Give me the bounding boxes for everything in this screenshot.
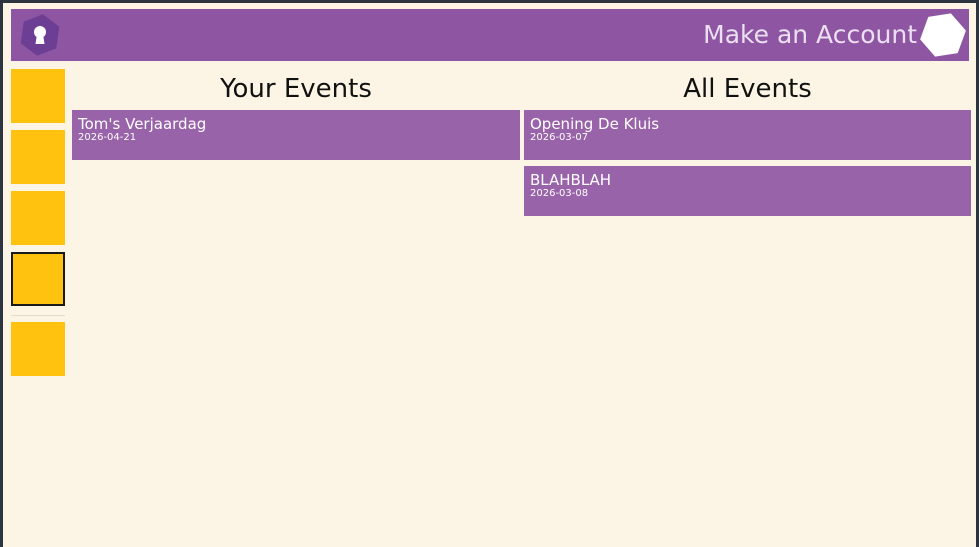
event-card[interactable]: Tom's Verjaardag 2026-04-21 xyxy=(72,110,520,160)
sidebar-button-2[interactable] xyxy=(11,130,65,184)
make-account-link[interactable]: Make an Account xyxy=(703,19,917,51)
all-events-title: All Events xyxy=(683,74,812,104)
your-events-column: Your Events Tom's Verjaardag 2026-04-21 xyxy=(72,69,520,166)
keyhole-hexagon-icon[interactable] xyxy=(17,12,63,58)
sidebar-button-3[interactable] xyxy=(11,191,65,245)
sidebar-button-1[interactable] xyxy=(11,69,65,123)
top-header: Make an Account xyxy=(11,9,969,61)
sidebar-button-4-active[interactable] xyxy=(11,252,65,306)
sidebar-button-5[interactable] xyxy=(11,322,65,376)
event-card[interactable]: Opening De Kluis 2026-03-07 xyxy=(524,110,971,160)
all-events-column: All Events Opening De Kluis 2026-03-07 B… xyxy=(524,69,971,222)
event-card[interactable]: BLAHBLAH 2026-03-08 xyxy=(524,166,971,216)
hexagon-icon[interactable] xyxy=(919,11,967,59)
your-events-title: Your Events xyxy=(220,74,372,104)
app-window: Make an Account Your Events Tom's Verjaa… xyxy=(3,3,976,547)
sidebar-divider xyxy=(11,315,65,316)
